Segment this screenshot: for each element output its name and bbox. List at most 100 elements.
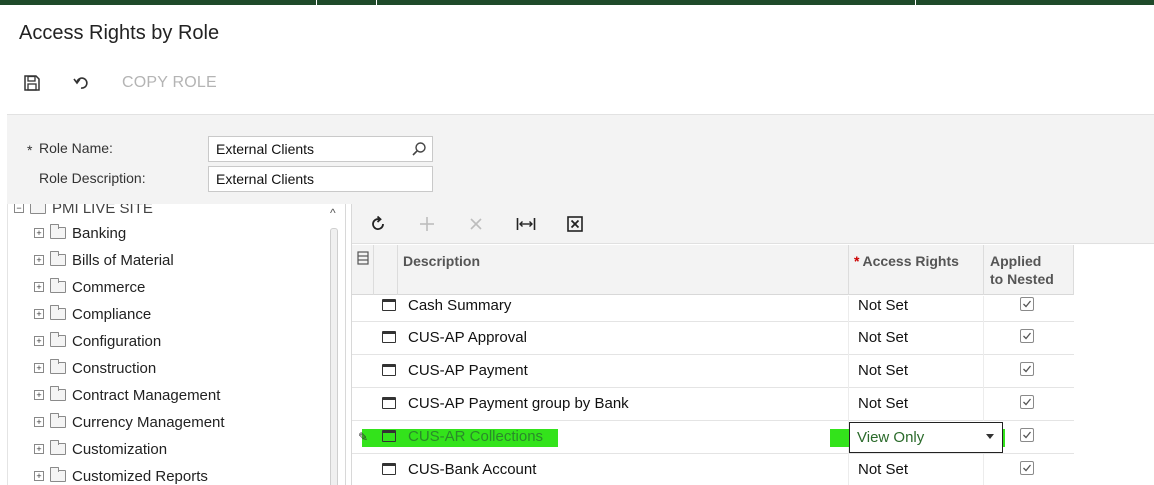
checkmark-icon	[1023, 365, 1032, 373]
row-access-rights[interactable]: Not Set	[858, 329, 908, 346]
checkmark-icon	[1023, 300, 1032, 308]
access-rights-select[interactable]: View Only	[849, 422, 1003, 453]
row-description: CUS-AP Approval	[408, 329, 527, 346]
expand-icon[interactable]: +	[34, 444, 44, 454]
tree-item-label: Construction	[72, 359, 157, 377]
top-nav-separator	[915, 0, 916, 5]
role-description-label: Role Description:	[39, 170, 146, 186]
applied-header-line2: to Nested	[990, 271, 1054, 287]
table-row[interactable]: CUS-AP Payment Not Set	[352, 355, 1074, 388]
fit-columns-button[interactable]	[515, 213, 537, 235]
folder-icon	[50, 467, 66, 482]
tree-item-label: Customized Reports	[72, 467, 208, 485]
applied-checkbox[interactable]	[1020, 329, 1034, 343]
folder-icon	[50, 278, 66, 293]
tree-item-label: Configuration	[72, 332, 162, 350]
row-description: Cash Summary	[408, 297, 512, 314]
form-icon	[382, 397, 396, 409]
table-row[interactable]: CUS-Bank Account Not Set	[352, 454, 1074, 485]
module-tree: − PMI LIVE SITE + Banking + Bills of Mat…	[7, 204, 346, 485]
collapse-icon[interactable]: −	[14, 204, 24, 213]
tree-item-commerce[interactable]: + Commerce	[34, 276, 145, 298]
applied-checkbox[interactable]	[1020, 362, 1034, 376]
checkmark-icon	[1023, 464, 1032, 472]
applied-checkbox[interactable]	[1020, 395, 1034, 409]
tree-item-label: Commerce	[72, 278, 146, 296]
expand-icon[interactable]: +	[34, 282, 44, 292]
search-icon[interactable]	[411, 141, 427, 157]
undo-button[interactable]	[69, 66, 93, 100]
table-row[interactable]: Cash Summary Not Set	[352, 296, 1074, 322]
row-description: CUS-AP Payment group by Bank	[408, 395, 629, 412]
tree-item-currency-management[interactable]: + Currency Management	[34, 411, 225, 433]
row-selector-header[interactable]	[352, 245, 374, 295]
delete-row-button[interactable]	[465, 213, 487, 235]
row-description: CUS-AP Payment	[408, 362, 528, 379]
table-row[interactable]: CUS-AP Payment group by Bank Not Set	[352, 388, 1074, 421]
tree-item-compliance[interactable]: + Compliance	[34, 303, 151, 325]
top-nav-bar	[0, 0, 1154, 5]
tree-item-contract-management[interactable]: + Contract Management	[34, 384, 220, 406]
save-icon	[24, 75, 40, 91]
expand-icon[interactable]: +	[34, 390, 44, 400]
export-excel-icon	[567, 216, 583, 232]
tree-item-banking[interactable]: + Banking	[34, 222, 126, 244]
tree-item-construction[interactable]: + Construction	[34, 357, 156, 379]
tree-root[interactable]: − PMI LIVE SITE	[14, 204, 153, 218]
top-nav-separator	[376, 0, 377, 5]
applied-checkbox[interactable]	[1020, 461, 1034, 475]
folder-icon	[50, 440, 66, 455]
row-description: CUS-AR Collections	[408, 428, 544, 445]
row-access-rights[interactable]: Not Set	[858, 362, 908, 379]
top-nav-separator	[316, 0, 317, 5]
role-description-value: External Clients	[216, 171, 315, 187]
tree-scrollbar[interactable]	[330, 228, 338, 485]
tree-item-label: Banking	[72, 224, 127, 242]
checkmark-icon	[1023, 332, 1032, 340]
folder-icon	[50, 305, 66, 320]
fit-columns-icon	[516, 218, 536, 230]
refresh-button[interactable]	[367, 213, 389, 235]
folder-icon	[50, 359, 66, 374]
role-name-field[interactable]: External Clients	[208, 136, 433, 162]
expand-icon[interactable]: +	[34, 471, 44, 481]
description-header-label: Description	[403, 253, 481, 269]
refresh-icon	[372, 215, 384, 230]
row-description: CUS-Bank Account	[408, 461, 537, 478]
tree-item-customization[interactable]: + Customization	[34, 438, 167, 460]
form-icon	[382, 299, 396, 311]
applied-checkbox[interactable]	[1020, 428, 1034, 442]
expand-icon[interactable]: +	[34, 309, 44, 319]
tree-item-label: Bills of Material	[72, 251, 174, 269]
applied-to-nested-column-header[interactable]: Applied to Nested	[984, 245, 1074, 295]
tree-item-configuration[interactable]: + Configuration	[34, 330, 161, 352]
table-row[interactable]: CUS-AP Approval Not Set	[352, 322, 1074, 355]
role-description-field[interactable]: External Clients	[208, 166, 433, 192]
tree-item-bills-of-material[interactable]: + Bills of Material	[34, 249, 174, 271]
description-column-header[interactable]: Description	[398, 245, 849, 295]
save-button[interactable]	[20, 66, 44, 100]
tree-item-label: Contract Management	[72, 386, 221, 404]
column-settings-icon[interactable]	[356, 251, 369, 265]
row-access-rights[interactable]: Not Set	[858, 297, 908, 314]
row-access-rights[interactable]: Not Set	[858, 461, 908, 478]
expand-icon[interactable]: +	[34, 363, 44, 373]
copy-role-button[interactable]: COPY ROLE	[122, 74, 217, 92]
row-access-rights[interactable]: Not Set	[858, 395, 908, 412]
form-icon	[382, 430, 396, 442]
access-rights-column-header[interactable]: * Access Rights	[849, 245, 984, 295]
table-row-active[interactable]: ✎ CUS-AR Collections View Only	[352, 421, 1074, 454]
expand-icon[interactable]: +	[34, 228, 44, 238]
checkmark-icon	[1023, 398, 1032, 406]
expand-icon[interactable]: +	[34, 417, 44, 427]
expand-icon[interactable]: +	[34, 336, 44, 346]
expand-icon[interactable]: +	[34, 255, 44, 265]
scroll-up-icon[interactable]: ^	[330, 206, 336, 220]
export-excel-button[interactable]	[564, 213, 586, 235]
folder-icon	[50, 332, 66, 347]
add-row-button[interactable]	[416, 213, 438, 235]
chevron-down-icon[interactable]	[986, 434, 994, 439]
folder-icon	[50, 386, 66, 401]
applied-checkbox[interactable]	[1020, 297, 1034, 311]
tree-item-customized-reports[interactable]: + Customized Reports	[34, 465, 208, 485]
